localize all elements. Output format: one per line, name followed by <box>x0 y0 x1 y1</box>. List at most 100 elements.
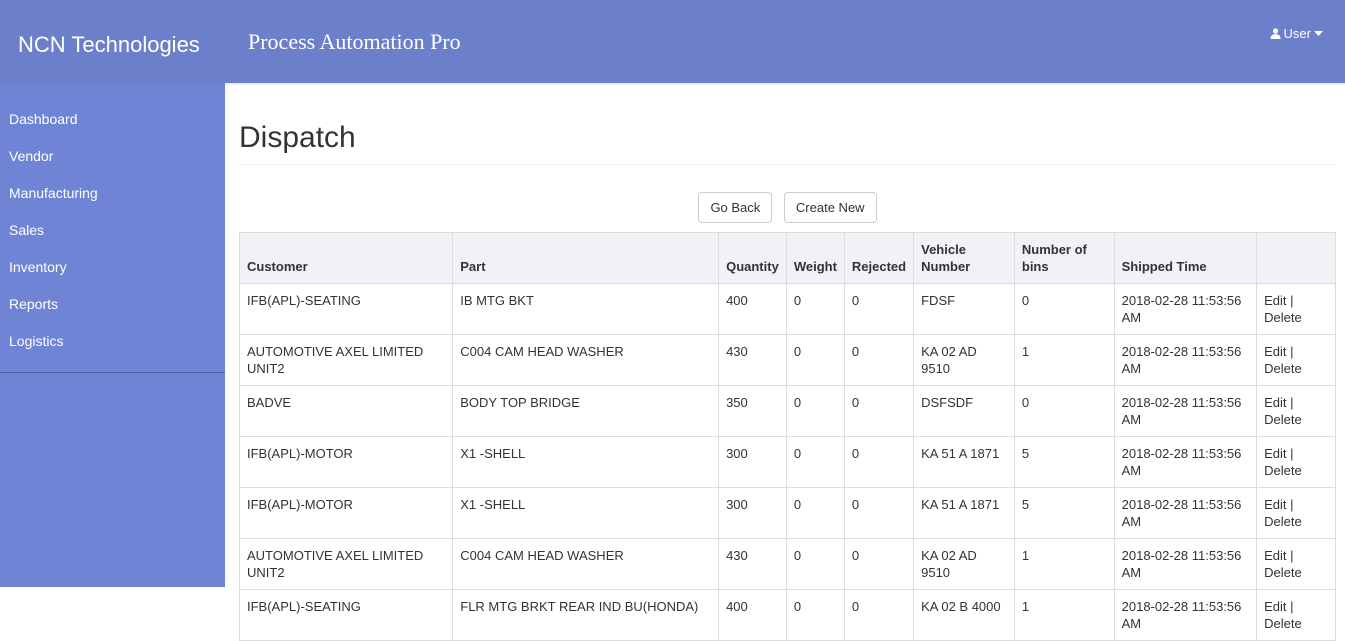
row-actions: Edit | Delete <box>1256 589 1336 641</box>
table-cell: 2018-02-28 11:53:56 AM <box>1113 487 1258 539</box>
table-cell: 2018-02-28 11:53:56 AM <box>1113 283 1258 335</box>
delete-link[interactable]: Delete <box>1264 616 1302 631</box>
edit-link[interactable]: Edit <box>1264 293 1286 308</box>
delete-link[interactable]: Delete <box>1264 565 1302 580</box>
table-cell: 2018-02-28 11:53:56 AM <box>1113 334 1258 386</box>
sidebar-nav: Dashboard Vendor Manufacturing Sales Invento… <box>0 83 225 373</box>
brand-logo[interactable]: NCN Technologies <box>18 32 200 58</box>
table-cell: 1 <box>1013 589 1115 641</box>
table-cell: 430 <box>718 334 787 386</box>
table-cell: 0 <box>785 283 845 335</box>
table-cell: X1 -SHELL <box>452 487 720 539</box>
table-cell: 0 <box>843 538 915 590</box>
row-actions: Edit | Delete <box>1256 385 1336 437</box>
table-cell: KA 51 A 1871 <box>913 487 1015 539</box>
column-header: Weight <box>785 232 845 284</box>
column-header: Customer <box>238 232 454 284</box>
table-cell: C004 CAM HEAD WASHER <box>452 538 720 590</box>
table-cell: 0 <box>843 487 915 539</box>
edit-link[interactable]: Edit <box>1264 446 1286 461</box>
table-row: AUTOMOTIVE AXEL LIMITED UNIT2 C004 CAM HE… <box>238 334 1336 386</box>
column-header: Part <box>452 232 720 284</box>
delete-link[interactable]: Delete <box>1264 514 1302 529</box>
table-cell: 0 <box>785 334 845 386</box>
sidebar-item-manufacturing[interactable]: Manufacturing <box>0 175 225 212</box>
column-header <box>1256 232 1336 284</box>
table-cell: 2018-02-28 11:53:56 AM <box>1113 436 1258 488</box>
table-cell: X1 -SHELL <box>452 436 720 488</box>
table-cell: 430 <box>718 538 787 590</box>
table-cell: 350 <box>718 385 787 437</box>
table-cell: BODY TOP BRIDGE <box>452 385 720 437</box>
table-row: AUTOMOTIVE AXEL LIMITED UNIT2 C004 CAM HE… <box>238 538 1336 590</box>
table-cell: BADVE <box>238 385 454 437</box>
table-cell: 300 <box>718 436 787 488</box>
edit-link[interactable]: Edit <box>1264 599 1286 614</box>
table-cell: IFB(APL)-SEATING <box>238 283 454 335</box>
table-cell: C004 CAM HEAD WASHER <box>452 334 720 386</box>
table-row: BADVE BODY TOP BRIDGE 350 0 0 DSFSDF 0 2018-02-… <box>238 385 1336 437</box>
create-new-button[interactable]: Create New <box>783 192 877 223</box>
delete-link[interactable]: Delete <box>1264 412 1302 427</box>
edit-link[interactable]: Edit <box>1264 344 1286 359</box>
column-header: Vehicle Number <box>913 232 1015 284</box>
sidebar-item-inventory[interactable]: Inventory <box>0 249 225 286</box>
column-header: Shipped Time <box>1113 232 1258 284</box>
sidebar-item-reports[interactable]: Reports <box>0 286 225 323</box>
table-cell: FLR MTG BRKT REAR IND BU(HONDA) <box>452 589 720 641</box>
table-cell: 0 <box>785 436 845 488</box>
table-cell: KA 51 A 1871 <box>913 436 1015 488</box>
table-cell: 2018-02-28 11:53:56 AM <box>1113 589 1258 641</box>
table-cell: 0 <box>843 589 915 641</box>
delete-link[interactable]: Delete <box>1264 310 1302 325</box>
sidebar-item-dashboard[interactable]: Dashboard <box>0 101 225 138</box>
table-cell: 400 <box>718 589 787 641</box>
table-row: IFB(APL)-MOTOR X1 -SHELL 300 0 0 KA 51 A 1871… <box>238 436 1336 488</box>
edit-link[interactable]: Edit <box>1264 395 1286 410</box>
sidebar-item-logistics[interactable]: Logistics <box>0 323 225 360</box>
row-actions: Edit | Delete <box>1256 538 1336 590</box>
table-cell: DSFSDF <box>913 385 1015 437</box>
user-menu[interactable]: User <box>1270 26 1323 41</box>
row-actions: Edit | Delete <box>1256 334 1336 386</box>
delete-link[interactable]: Delete <box>1264 463 1302 478</box>
table-cell: IFB(APL)-MOTOR <box>238 487 454 539</box>
table-cell: 5 <box>1013 436 1115 488</box>
table-row: IFB(APL)-SEATING IB MTG BKT 400 0 0 FDSF 0 2018… <box>238 283 1336 335</box>
sidebar-item-vendor[interactable]: Vendor <box>0 138 225 175</box>
table-cell: 0 <box>1013 283 1115 335</box>
table-row: IFB(APL)-MOTOR X1 -SHELL 300 0 0 KA 51 A 1871… <box>238 487 1336 539</box>
table-cell: 0 <box>785 487 845 539</box>
table-cell: FDSF <box>913 283 1015 335</box>
column-header: Quantity <box>718 232 787 284</box>
table-cell: 1 <box>1013 334 1115 386</box>
table-cell: KA 02 AD 9510 <box>913 538 1015 590</box>
edit-link[interactable]: Edit <box>1264 497 1286 512</box>
table-cell: 0 <box>843 283 915 335</box>
table-cell: 2018-02-28 11:53:56 AM <box>1113 385 1258 437</box>
table-cell: 300 <box>718 487 787 539</box>
table-cell: 2018-02-28 11:53:56 AM <box>1113 538 1258 590</box>
table-cell: 400 <box>718 283 787 335</box>
main-content: Dispatch Go Back Create New Customer Part… <box>238 86 1336 641</box>
table-cell: 0 <box>785 589 845 641</box>
table-cell: IFB(APL)-SEATING <box>238 589 454 641</box>
row-actions: Edit | Delete <box>1256 487 1336 539</box>
delete-link[interactable]: Delete <box>1264 361 1302 376</box>
dispatch-table: Customer Part Quantity Weight Rejected Vehicl… <box>238 232 1336 641</box>
table-cell: AUTOMOTIVE AXEL LIMITED UNIT2 <box>238 334 454 386</box>
table-cell: 0 <box>785 385 845 437</box>
table-row: IFB(APL)-SEATING FLR MTG BRKT REAR IND BU… <box>238 589 1336 641</box>
sidebar-item-sales[interactable]: Sales <box>0 212 225 249</box>
table-cell: IB MTG BKT <box>452 283 720 335</box>
caret-down-icon <box>1314 30 1323 36</box>
row-actions: Edit | Delete <box>1256 436 1336 488</box>
user-label: User <box>1283 26 1311 41</box>
go-back-button[interactable]: Go Back <box>698 192 773 223</box>
edit-link[interactable]: Edit <box>1264 548 1286 563</box>
sidebar: Dashboard Vendor Manufacturing Sales Invento… <box>0 83 225 587</box>
table-cell: 5 <box>1013 487 1115 539</box>
row-actions: Edit | Delete <box>1256 283 1336 335</box>
column-header: Rejected <box>843 232 915 284</box>
table-cell: 1 <box>1013 538 1115 590</box>
